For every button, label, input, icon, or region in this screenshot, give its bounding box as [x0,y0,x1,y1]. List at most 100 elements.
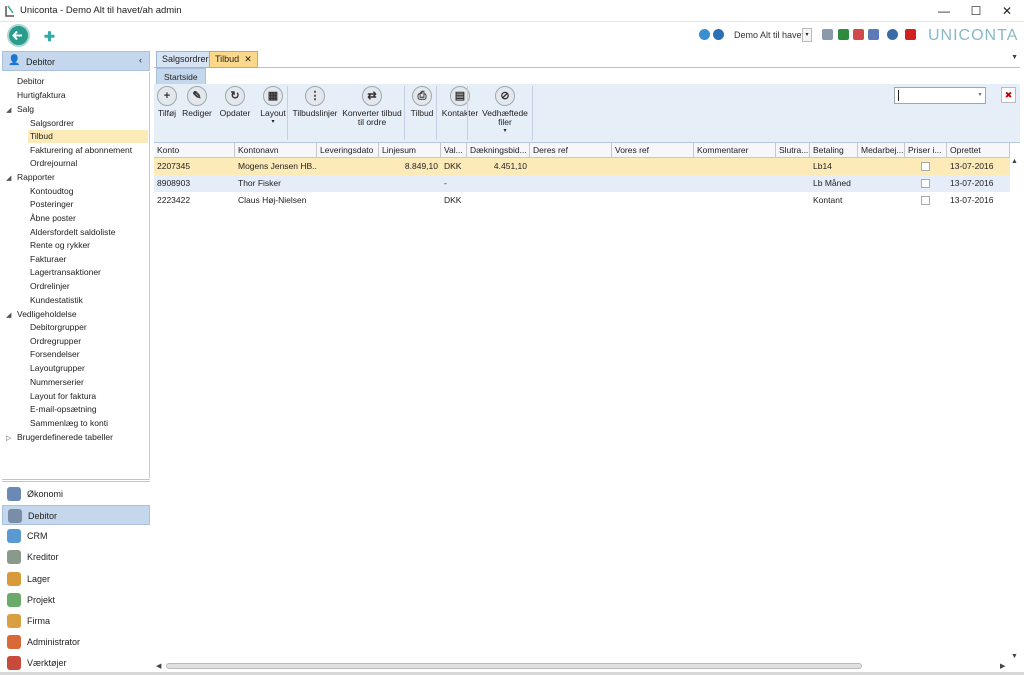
offer-lines-button[interactable]: ⋮ Tilbudslinjer [292,86,338,118]
tree-item-aldersfordelt-saldoliste[interactable]: Aldersfordelt saldoliste [30,226,116,239]
tree-item-salgsordrer[interactable]: Salgsordrer [30,117,74,130]
expander-icon[interactable]: ◢ [6,311,11,319]
tree-item-debitorgrupper[interactable]: Debitorgrupper [30,321,87,334]
add-button[interactable]: + Tilføj [156,86,178,118]
tree-item-debitor[interactable]: Debitor [17,75,44,88]
info-icon[interactable] [713,29,724,40]
column-header[interactable]: Medarbej... [858,143,905,158]
close-tab-icon[interactable]: ✕ [244,54,252,64]
nav-project[interactable]: Projekt [2,590,150,610]
column-header[interactable]: Priser i... [905,143,947,158]
column-header[interactable]: Kontonavn [235,143,317,158]
minimize-button[interactable]: — [935,3,953,19]
table-row[interactable]: 2207345 Mogens Jensen HB... 8.849,10 DKK 4.4… [154,158,1010,175]
company-selector[interactable]: Demo Alt til havet [734,30,804,40]
excel-icon[interactable] [838,29,849,40]
tab-menu-icon[interactable]: ▼ [1011,54,1018,61]
tree-item-hurtigfaktura[interactable]: Hurtigfaktura [17,89,66,102]
copy-icon[interactable] [868,29,879,40]
column-header[interactable]: Dækningsbid... [467,143,530,158]
nav-tools[interactable]: Værktøjer [2,653,150,673]
tab-salgsordrer[interactable]: Salgsordrer [156,51,215,68]
tree-item-sammenlæg-to-konti[interactable]: Sammenlæg to konti [30,417,108,430]
scroll-left-icon[interactable]: ◀ [156,662,161,670]
help-icon[interactable] [699,29,710,40]
tree-item-posteringer[interactable]: Posteringer [30,198,73,211]
tree-item-fakturering-af-abonnement[interactable]: Fakturering af abonnement [30,144,132,157]
pdf-icon[interactable] [853,29,864,40]
attachment-button[interactable]: ⊘ Vedhæftede filer ▾ [480,86,530,136]
column-header[interactable]: Deres ref [530,143,612,158]
search-input[interactable]: ▾ [894,87,986,104]
refresh-button[interactable]: ↻ Opdater [218,86,252,118]
nav-admin[interactable]: Administrator [2,632,150,652]
tree-item-fakturaer[interactable]: Fakturaer [30,253,66,266]
tree-item-tilbud[interactable]: Tilbud [28,130,148,143]
expander-icon[interactable]: ▷ [6,434,11,442]
nav-inventory[interactable]: Lager [2,569,150,589]
tree-item-vedligeholdelse[interactable]: Vedligeholdelse [17,308,77,321]
vertical-scrollbar[interactable]: ▲ ▼ [1010,158,1020,660]
back-button[interactable] [7,24,30,47]
nav-splitter[interactable] [2,479,150,482]
nav-creditor[interactable]: Kreditor [2,547,150,567]
nav-crm[interactable]: CRM [2,526,150,546]
tree-item-layoutgrupper[interactable]: Layoutgrupper [30,362,85,375]
column-header[interactable]: Betaling [810,143,858,158]
prices-incl-checkbox[interactable] [921,179,930,188]
scroll-down-icon[interactable]: ▼ [1011,653,1018,660]
expander-icon[interactable]: ◢ [6,174,11,182]
tree-item-ordrejournal[interactable]: Ordrejournal [30,157,77,170]
nav-economy[interactable]: Økonomi [2,484,150,504]
print-button[interactable]: ⎙ Tilbud [408,86,436,118]
tree-item-e-mail-opsætning[interactable]: E-mail-opsætning [30,403,97,416]
tree-item-åbne-poster[interactable]: Åbne poster [30,212,76,225]
tree-item-brugerdefinerede-tabeller[interactable]: Brugerdefinerede tabeller [17,431,113,444]
column-header[interactable]: Vores ref [612,143,694,158]
tree-item-layout-for-faktura[interactable]: Layout for faktura [30,390,96,403]
tree-item-ordregrupper[interactable]: Ordregrupper [30,335,81,348]
tree-item-ordrelinjer[interactable]: Ordrelinjer [30,280,70,293]
edit-button[interactable]: ✎ Rediger [181,86,213,118]
tab-startside[interactable]: Startside [156,68,206,84]
search-dropdown-icon[interactable]: ▾ [975,88,985,103]
tree-item-rente-og-rykker[interactable]: Rente og rykker [30,239,90,252]
tab-tilbud[interactable]: Tilbud ✕ [209,51,258,68]
company-dropdown-icon[interactable]: ▾ [802,28,812,42]
horizontal-scrollbar[interactable]: ◀ ▶ [154,661,1010,671]
print-toolbar-icon[interactable] [822,29,833,40]
close-button[interactable]: ✕ [998,3,1016,19]
contacts-button[interactable]: ▤ Kontakter [440,86,480,118]
expander-icon[interactable]: ◢ [6,106,11,114]
tree-item-salg[interactable]: Salg [17,103,34,116]
tree-item-nummerserier[interactable]: Nummerserier [30,376,84,389]
nav-company[interactable]: Firma [2,611,150,631]
tree-item-kontoudtog[interactable]: Kontoudtog [30,185,73,198]
table-row[interactable]: 2223422 Claus Høj-Nielsen DKK Kontant 13-07-… [154,192,1010,209]
prices-incl-checkbox[interactable] [921,162,930,171]
close-all-icon[interactable] [905,29,916,40]
clear-filter-button[interactable]: ✖ [1001,87,1016,103]
tree-item-kundestatistik[interactable]: Kundestatistik [30,294,83,307]
column-header[interactable]: Slutra... [776,143,810,158]
tree-item-lagertransaktioner[interactable]: Lagertransaktioner [30,266,101,279]
column-header[interactable]: Oprettet [947,143,1010,158]
scroll-right-icon[interactable]: ▶ [1000,662,1005,670]
column-header[interactable]: Kommentarer [694,143,776,158]
collapse-panel-button[interactable]: ‹ [139,55,142,65]
prices-incl-checkbox[interactable] [921,196,930,205]
nav-debtor[interactable]: Debitor [2,505,150,525]
column-header[interactable]: Linjesum [379,143,441,158]
column-header[interactable]: Konto [154,143,235,158]
layout-button[interactable]: ▦ Layout ▾ [258,86,288,127]
tree-item-forsendelser[interactable]: Forsendelser [30,348,80,361]
maximize-button[interactable]: ☐ [967,3,985,19]
column-header[interactable]: Val... [441,143,467,158]
user-icon[interactable] [887,29,898,40]
scroll-thumb[interactable] [166,663,862,669]
scroll-up-icon[interactable]: ▲ [1011,158,1018,165]
new-tab-icon[interactable]: ✚ [44,29,55,45]
tree-item-rapporter[interactable]: Rapporter [17,171,55,184]
convert-button[interactable]: ⇄ Konverter tilbud til ordre [341,86,403,127]
table-row[interactable]: 8908903 Thor Fisker - Lb Måned 13-07-2016 [154,175,1010,192]
